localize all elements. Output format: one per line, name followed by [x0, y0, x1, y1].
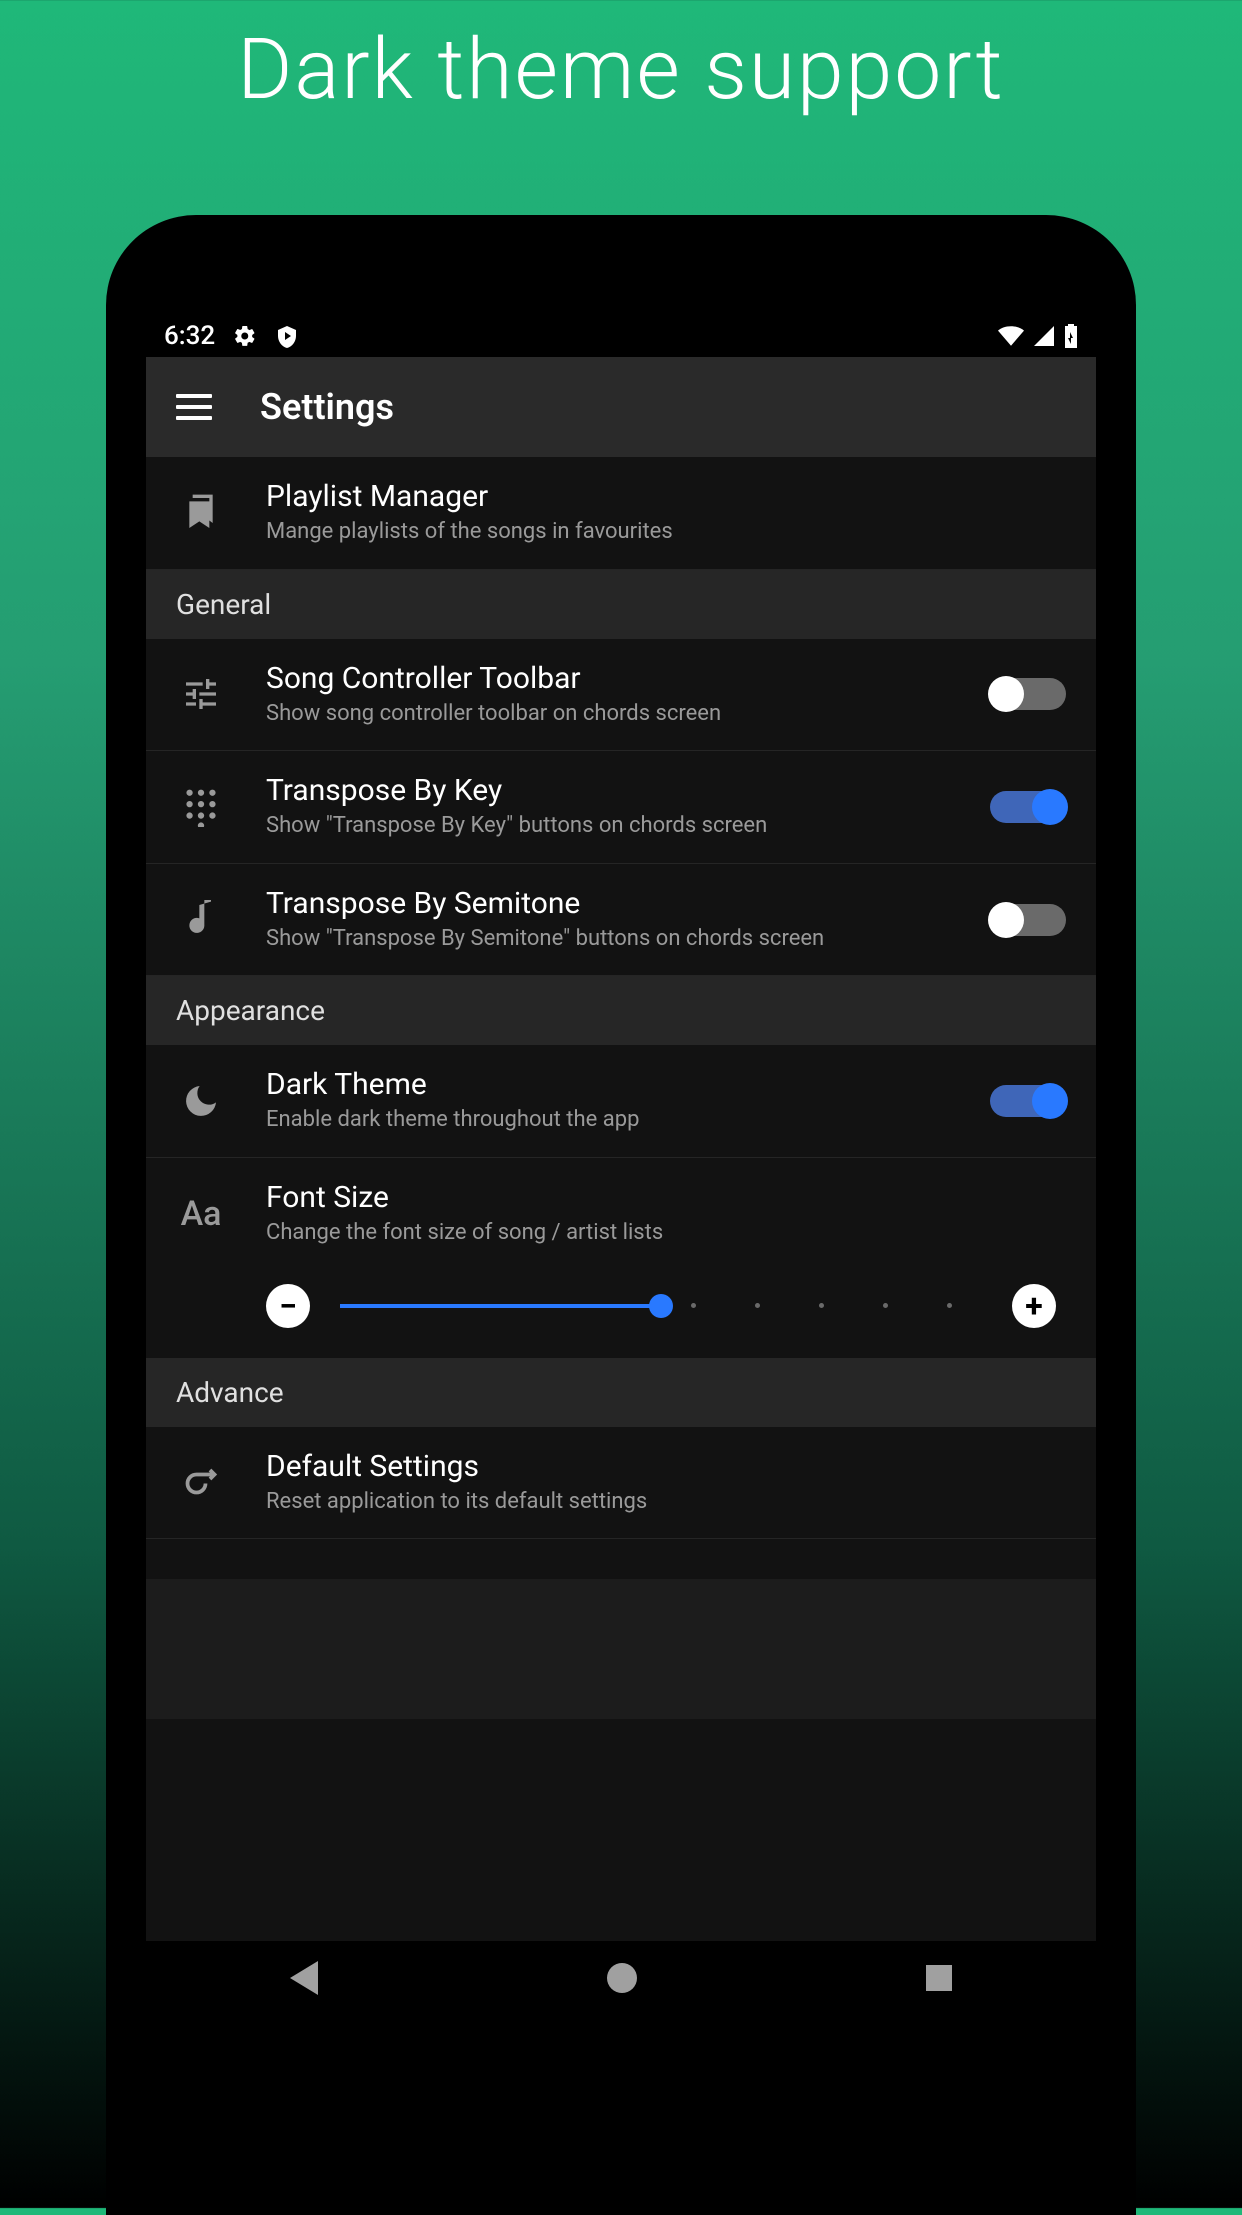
setting-title: Song Controller Toolbar: [266, 661, 950, 696]
play-shield-icon: [275, 324, 299, 348]
section-general: General: [146, 570, 1096, 639]
home-button[interactable]: [607, 1963, 637, 1993]
setting-title: Font Size: [266, 1180, 1066, 1215]
slider-thumb[interactable]: [649, 1294, 673, 1318]
hamburger-icon[interactable]: [176, 394, 212, 420]
setting-title: Transpose By Semitone: [266, 886, 950, 921]
section-advance: Advance: [146, 1358, 1096, 1427]
row-dark-theme[interactable]: Dark Theme Enable dark theme throughout …: [146, 1045, 1096, 1158]
phone-frame: 6:32: [106, 215, 1136, 2215]
toggle-transpose-semitone[interactable]: [990, 904, 1066, 936]
setting-desc: Reset application to its default setting…: [266, 1488, 1066, 1517]
navigation-bar: [146, 1941, 1096, 2015]
wifi-icon: [998, 326, 1024, 346]
battery-icon: [1064, 324, 1078, 348]
row-playlist-manager[interactable]: Playlist Manager Mange playlists of the …: [146, 457, 1096, 570]
app-bar: Settings: [146, 357, 1096, 457]
increase-button[interactable]: +: [1012, 1284, 1056, 1328]
row-font-size: Aa Font Size Change the font size of son…: [146, 1158, 1096, 1270]
setting-title: Default Settings: [266, 1449, 1066, 1484]
setting-desc: Show "Transpose By Key" buttons on chord…: [266, 812, 950, 841]
row-song-controller[interactable]: Song Controller Toolbar Show song contro…: [146, 639, 1096, 752]
row-default-settings[interactable]: Default Settings Reset application to it…: [146, 1427, 1096, 1540]
setting-desc: Show "Transpose By Semitone" buttons on …: [266, 925, 950, 954]
setting-desc: Mange playlists of the songs in favourit…: [266, 518, 1066, 547]
font-size-slider-row: − +: [146, 1270, 1096, 1358]
app-screen: 6:32: [146, 315, 1096, 2015]
page-title: Settings: [260, 386, 394, 428]
promo-headline: Dark theme support: [0, 0, 1242, 119]
status-time: 6:32: [164, 321, 215, 351]
decrease-button[interactable]: −: [266, 1284, 310, 1328]
tune-icon: [176, 674, 226, 714]
status-bar: 6:32: [146, 315, 1096, 357]
refresh-icon: [176, 1464, 226, 1500]
row-transpose-key[interactable]: Transpose By Key Show "Transpose By Key"…: [146, 751, 1096, 864]
setting-title: Transpose By Key: [266, 773, 950, 808]
bookmarks-icon: [176, 493, 226, 533]
font-size-icon: Aa: [176, 1194, 226, 1234]
music-note-icon: [176, 900, 226, 940]
setting-title: Playlist Manager: [266, 479, 1066, 514]
row-transpose-semitone[interactable]: Transpose By Semitone Show "Transpose By…: [146, 864, 1096, 977]
recent-apps-button[interactable]: [926, 1965, 952, 1991]
section-appearance: Appearance: [146, 976, 1096, 1045]
setting-title: Dark Theme: [266, 1067, 950, 1102]
back-button[interactable]: [290, 1961, 318, 1995]
setting-desc: Show song controller toolbar on chords s…: [266, 700, 950, 729]
empty-footer-block: [146, 1579, 1096, 1719]
setting-desc: Change the font size of song / artist li…: [266, 1219, 1066, 1248]
toggle-song-controller[interactable]: [990, 678, 1066, 710]
setting-desc: Enable dark theme throughout the app: [266, 1106, 950, 1135]
moon-icon: [176, 1081, 226, 1121]
toggle-dark-theme[interactable]: [990, 1085, 1066, 1117]
signal-icon: [1034, 326, 1054, 346]
gear-icon: [233, 324, 257, 348]
toggle-transpose-key[interactable]: [990, 791, 1066, 823]
font-size-slider[interactable]: [340, 1304, 982, 1308]
dialpad-icon: [176, 787, 226, 827]
